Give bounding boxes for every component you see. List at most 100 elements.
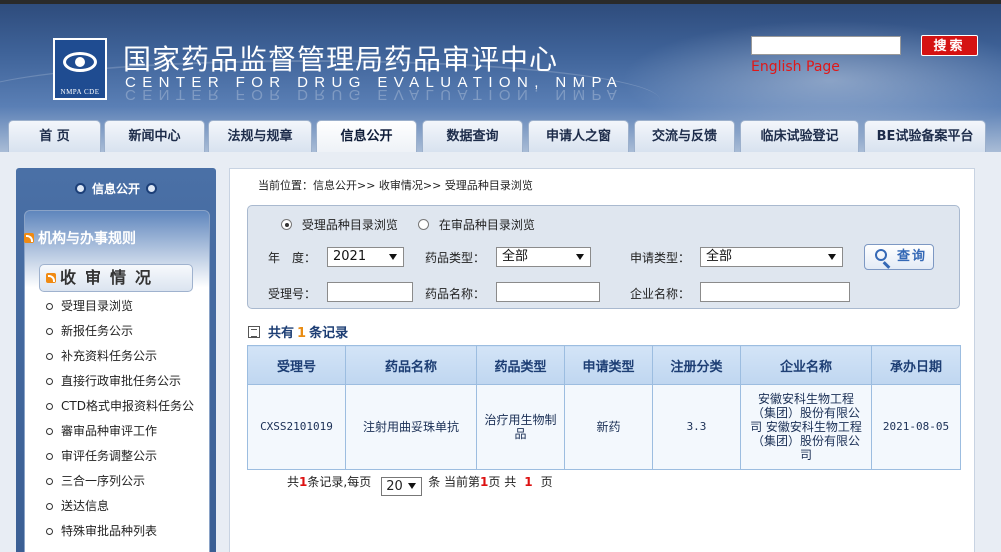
sidebar-item-new-task[interactable]: 新报任务公示 (44, 321, 214, 346)
pager-text: 条记录,每页 (307, 475, 372, 489)
search-icon (875, 249, 887, 261)
sidebar-item-task-adjust[interactable]: 审评任务调整公示 (44, 446, 214, 471)
sidebar-item-delivery-info[interactable]: 送达信息 (44, 496, 214, 521)
record-count-suffix: 条记录 (309, 326, 349, 341)
logo-caption: NMPA CDE (60, 88, 100, 96)
drug-name-label: 药品名称： (425, 287, 486, 301)
nmpa-logo[interactable]: NMPA CDE (53, 38, 107, 100)
pagination: 共1条记录,每页 20 条 当前第1页 共1页 (287, 473, 553, 496)
radio-checked-icon (281, 219, 292, 230)
nav-tab-news[interactable]: 新闻中心 (104, 120, 205, 152)
chevron-down-icon (576, 254, 584, 260)
accept-no-label: 受理号： (268, 287, 317, 301)
results-table: 受理号 药品名称 药品类型 申请类型 注册分类 企业名称 承办日期 CXSS21… (247, 345, 961, 470)
site-title: 国家药品监督管理局药品审评中心 (123, 43, 559, 76)
cell-apply-type: 新药 (564, 384, 653, 470)
main-panel: 当前位置：信息公开>> 收审情况>> 受理品种目录浏览 受理品种目录浏览 在审品… (229, 168, 975, 552)
header-top-line (0, 0, 1001, 4)
cell-drug-name[interactable]: 注射用曲妥珠单抗 (345, 384, 477, 470)
chevron-down-icon (828, 254, 836, 260)
radio-accept-catalog[interactable]: 受理品种目录浏览 (281, 216, 398, 233)
sidebar-item-special-approval[interactable]: 特殊审批品种列表 (44, 521, 214, 546)
pager-text: 页 (540, 475, 553, 489)
drug-type-label: 药品类型： (425, 251, 486, 265)
sidebar-section-rules[interactable]: 机构与办事规则 (24, 228, 136, 248)
table-header-row: 受理号 药品名称 药品类型 申请类型 注册分类 企业名称 承办日期 (247, 345, 961, 385)
sidebar-item-review-work[interactable]: 審审品种审评工作 (44, 421, 214, 446)
column-header-company[interactable]: 企业名称 (740, 345, 872, 385)
query-button-label: 查询 (897, 249, 928, 264)
site-search-button[interactable]: 搜索 (921, 35, 978, 56)
table-row[interactable]: CXSS2101019 注射用曲妥珠单抗 治疗用生物制品 新药 3.3 安徽安科… (247, 384, 961, 470)
column-header-apply-type[interactable]: 申请类型 (564, 345, 653, 385)
drug-type-select[interactable]: 全部 (496, 247, 591, 267)
sidebar-item-supplement-task[interactable]: 补充资料任务公示 (44, 346, 214, 371)
column-header-drug-name[interactable]: 药品名称 (345, 345, 477, 385)
nav-tab-regulations[interactable]: 法规与规章 (208, 120, 312, 152)
column-header-date[interactable]: 承办日期 (871, 345, 961, 385)
sidebar-list: 受理目录浏览 新报任务公示 补充资料任务公示 直接行政审批任务公示 CTD格式申… (44, 296, 214, 546)
record-count: 共有 1 条记录 (248, 322, 348, 341)
sidebar-item-direct-approval[interactable]: 直接行政审批任务公示 (44, 371, 214, 396)
main-nav: 首 页 新闻中心 法规与规章 信息公开 数据查询 申请人之窗 交流与反馈 临床试… (0, 120, 1001, 152)
record-count-value: 1 (297, 326, 307, 341)
sidebar-item-accept-catalog[interactable]: 受理目录浏览 (44, 296, 214, 321)
list-icon (248, 326, 260, 338)
apply-type-select-value: 全部 (706, 249, 733, 264)
cell-accept-no: CXSS2101019 (247, 384, 346, 470)
nav-tab-feedback[interactable]: 交流与反馈 (634, 120, 735, 152)
nav-tab-clinical-trial[interactable]: 临床试验登记 (740, 120, 859, 152)
radio-label: 在审品种目录浏览 (438, 218, 535, 232)
nav-tab-home[interactable]: 首 页 (8, 120, 101, 152)
nav-tab-be-platform[interactable]: BE试验备案平台 (864, 120, 986, 152)
cell-date: 2021-08-05 (871, 384, 961, 470)
chevron-down-icon (408, 483, 417, 489)
sidebar-item-ctd-task[interactable]: CTD格式申报资料任务公 (44, 396, 214, 421)
page-size-value: 20 (386, 479, 403, 494)
site-search-input[interactable] (751, 36, 901, 55)
radio-label: 受理品种目录浏览 (301, 218, 398, 232)
site-subtitle-reflection: CENTER FOR DRUG EVALUATION, NMPA (125, 86, 624, 103)
sidebar-section-label: 收审情况 (60, 268, 161, 287)
accept-no-input[interactable] (327, 282, 413, 302)
sidebar-section-review[interactable]: 收审情况 (39, 264, 193, 292)
rss-icon (46, 273, 56, 283)
chevron-down-icon (389, 254, 397, 260)
nav-tab-info-disclosure[interactable]: 信息公开 (316, 120, 417, 152)
sidebar-section-label: 机构与办事规则 (38, 231, 136, 247)
sidebar-item-three-in-one[interactable]: 三合一序列公示 (44, 471, 214, 496)
pager-total-pages: 1 (524, 475, 533, 489)
sidebar-header-label: 信息公开 (91, 182, 140, 196)
apply-type-select[interactable]: 全部 (700, 247, 843, 267)
year-select-value: 2021 (333, 249, 367, 264)
pager-text: 页 共 (488, 475, 517, 489)
cell-drug-type: 治疗用生物制品 (476, 384, 565, 470)
year-select[interactable]: 2021 (327, 247, 404, 267)
page-size-select[interactable]: 20 (381, 477, 423, 496)
nav-tab-applicant[interactable]: 申请人之窗 (528, 120, 629, 152)
english-page-link[interactable]: English Page (751, 59, 840, 75)
breadcrumb: 当前位置：信息公开>> 收审情况>> 受理品种目录浏览 (258, 179, 533, 192)
cell-reg-class: 3.3 (652, 384, 741, 470)
column-header-drug-type[interactable]: 药品类型 (476, 345, 565, 385)
nav-tab-data-query[interactable]: 数据查询 (422, 120, 523, 152)
drug-name-input[interactable] (496, 282, 600, 302)
apply-type-label: 申请类型： (630, 251, 691, 265)
column-header-accept-no[interactable]: 受理号 (247, 345, 346, 385)
logo-dot (75, 57, 85, 67)
year-label: 年 度： (268, 251, 317, 265)
pager-text: 共 (287, 475, 300, 489)
rss-icon (24, 233, 34, 243)
record-count-prefix: 共有 (268, 326, 295, 341)
cell-company: 安徽安科生物工程（集团）股份有限公司 安徽安科生物工程（集团）股份有限公司 (740, 384, 872, 470)
query-button[interactable]: 查询 (864, 244, 934, 270)
sidebar-header: 信息公开 (16, 180, 216, 197)
column-header-reg-class[interactable]: 注册分类 (652, 345, 741, 385)
radio-review-catalog[interactable]: 在审品种目录浏览 (418, 216, 535, 233)
radio-unchecked-icon (418, 219, 429, 230)
bullet-icon (74, 183, 86, 194)
pager-text: 条 当前第 (428, 475, 481, 489)
company-input[interactable] (700, 282, 850, 302)
drug-type-select-value: 全部 (502, 249, 529, 264)
search-form: 受理品种目录浏览 在审品种目录浏览 年 度： 2021 药品类型： 全部 申请类… (247, 205, 960, 309)
